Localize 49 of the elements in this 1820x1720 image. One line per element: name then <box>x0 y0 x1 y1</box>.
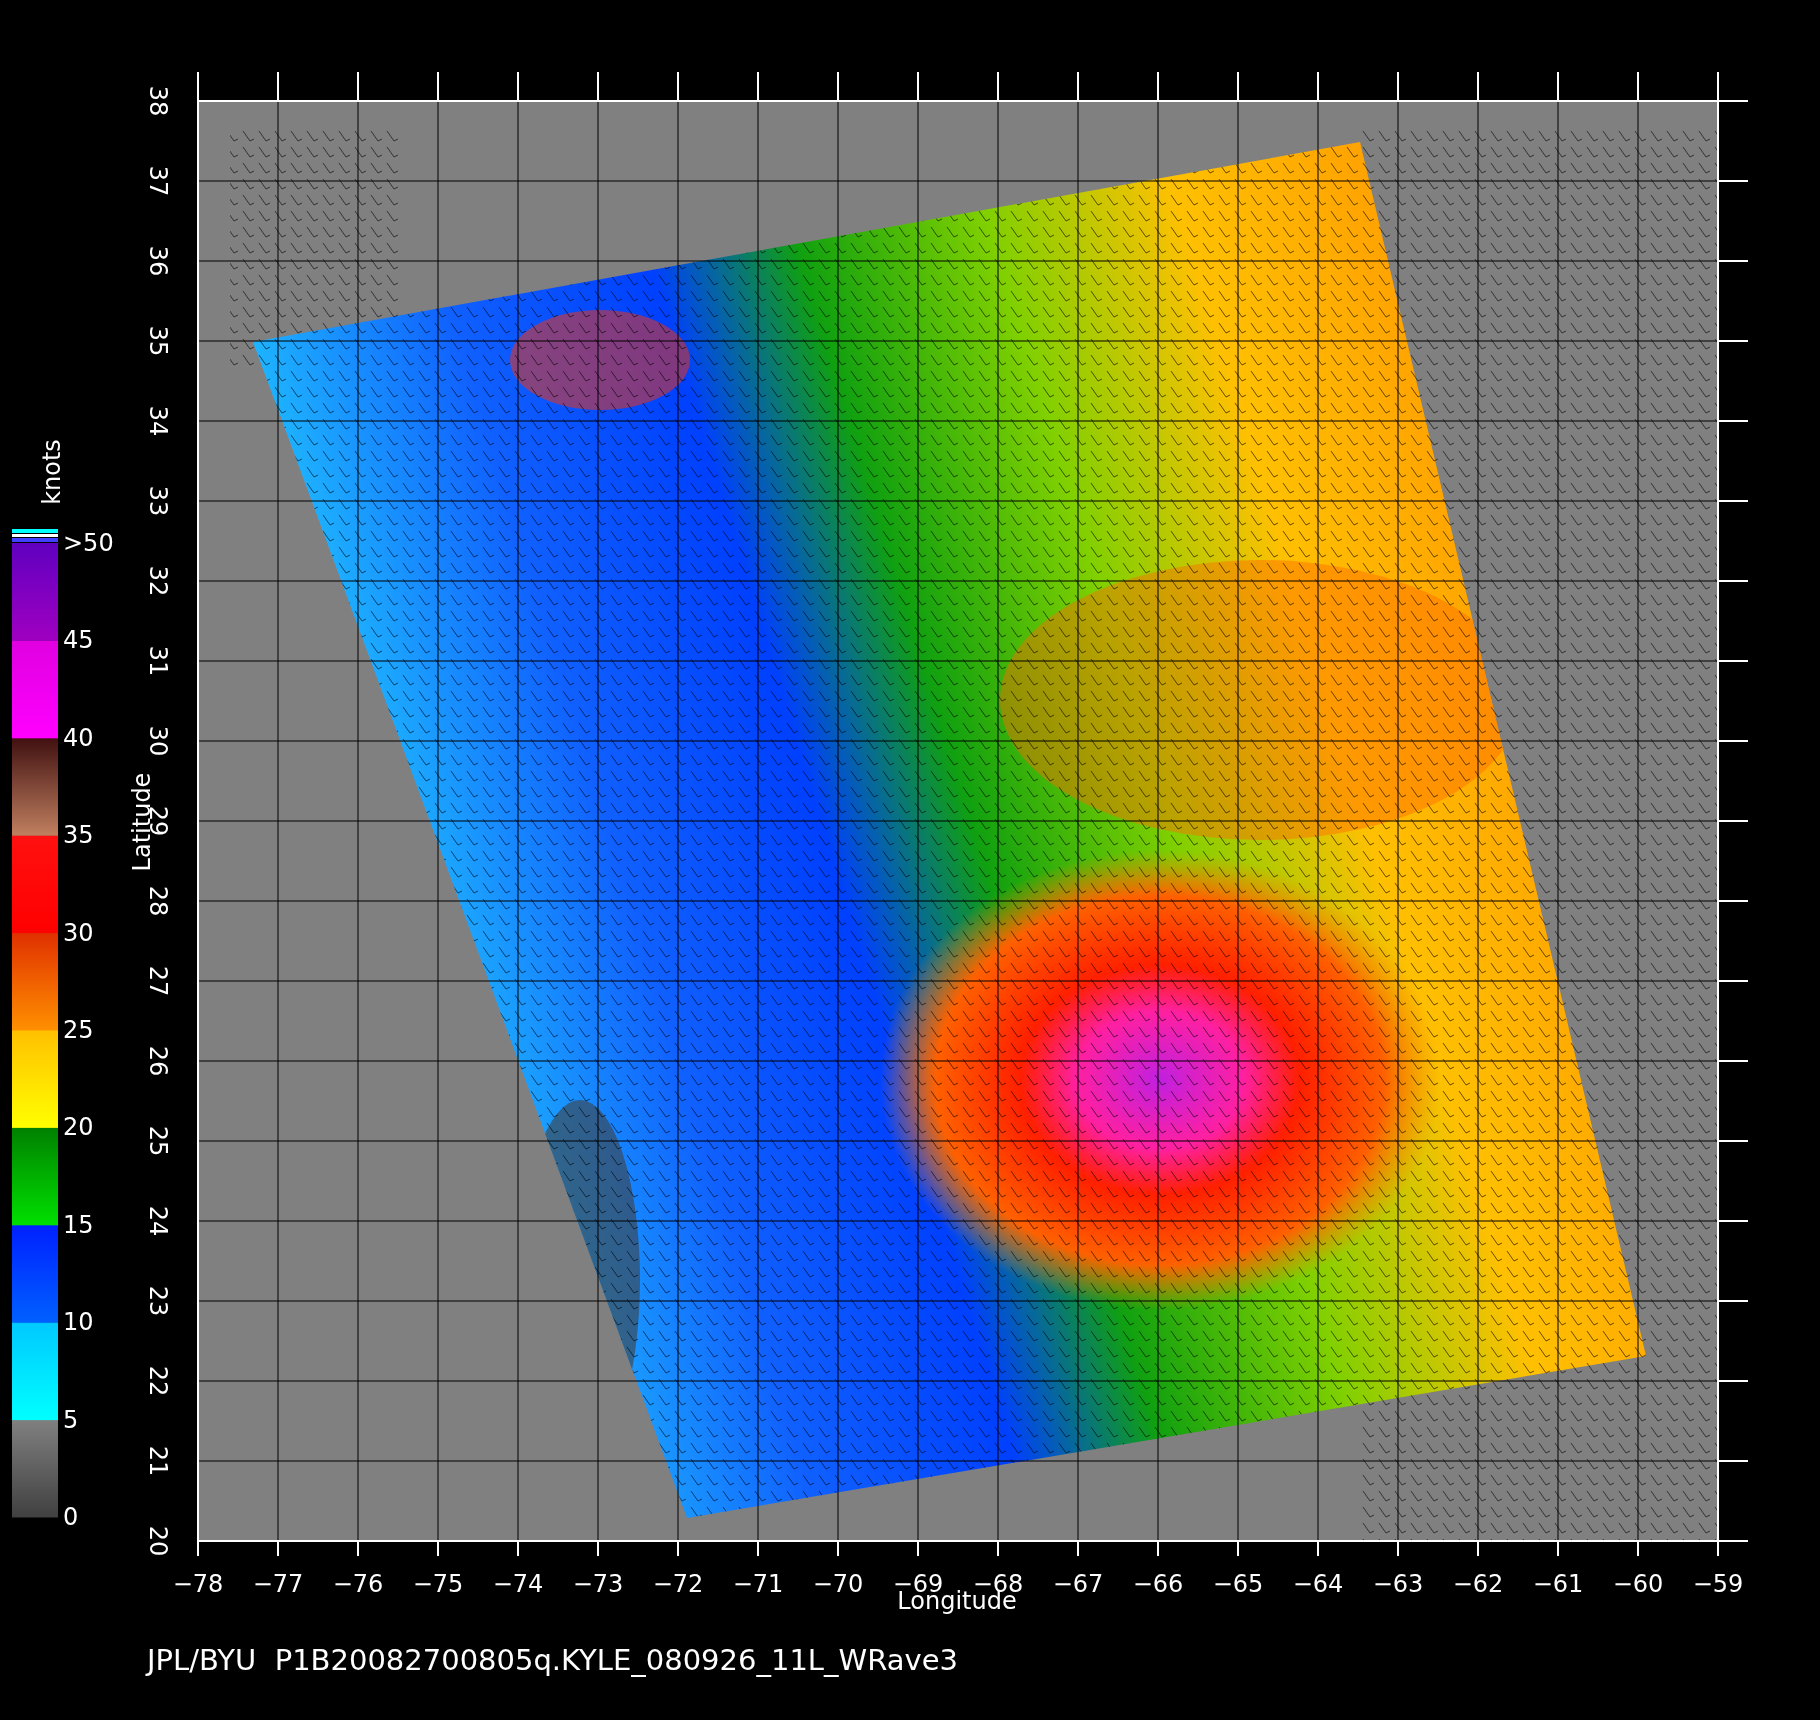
tick-label: 30 <box>144 725 172 757</box>
tick-label: −74 <box>492 1570 544 1598</box>
scale-label: 0 <box>63 1503 79 1531</box>
tick-label: −71 <box>732 1570 784 1598</box>
tick-label: 37 <box>144 165 172 197</box>
tick-label: −65 <box>1212 1570 1264 1598</box>
tick-label: −59 <box>1692 1570 1744 1598</box>
scale-label: >50 <box>63 529 114 557</box>
tick-label: 36 <box>144 245 172 277</box>
tick-label: 31 <box>144 645 172 677</box>
scale-label: 25 <box>63 1016 94 1044</box>
scale-label: 40 <box>63 723 94 752</box>
scale-label: 35 <box>63 821 94 850</box>
tick-label: −72 <box>652 1570 704 1598</box>
tick-label: −66 <box>1132 1570 1184 1598</box>
tick-label: 23 <box>144 1285 172 1317</box>
tick-label: −77 <box>252 1570 304 1598</box>
tick-label: −70 <box>812 1570 864 1598</box>
tick-label: 35 <box>144 325 172 357</box>
tick-label: −73 <box>572 1570 624 1598</box>
tick-label: 25 <box>144 1125 172 1157</box>
tick-label: −75 <box>412 1570 464 1598</box>
tick-label: 27 <box>144 965 172 997</box>
tick-label: −63 <box>1372 1570 1424 1598</box>
scale-label: 45 <box>63 626 94 655</box>
tick-label: −64 <box>1292 1570 1344 1598</box>
tick-label: −62 <box>1452 1570 1504 1598</box>
tick-label: 24 <box>144 1205 172 1237</box>
tick-label: 34 <box>144 405 172 437</box>
scale-title: knots <box>38 439 66 505</box>
tick-label: −67 <box>1052 1570 1104 1598</box>
tick-label: 20 <box>144 1525 172 1557</box>
scale-label: 10 <box>63 1308 94 1337</box>
scale-label: 20 <box>63 1113 94 1142</box>
scale-label: 30 <box>63 918 94 947</box>
tick-label: 21 <box>144 1445 172 1477</box>
tick-label: −60 <box>1612 1570 1664 1598</box>
tick-label: 32 <box>144 565 172 597</box>
tick-label: 38 <box>144 85 172 117</box>
tick-label: 33 <box>144 485 172 517</box>
tick-label: 28 <box>144 885 172 917</box>
caption: JPL/BYU P1B20082700805q.KYLE_080926_11L_WRave3 <box>147 1643 958 1677</box>
scale-label: 5 <box>63 1405 79 1434</box>
tick-label: −61 <box>1532 1570 1584 1598</box>
tick-label: 26 <box>144 1045 172 1077</box>
tick-label: −78 <box>172 1570 224 1598</box>
scale-label: 15 <box>63 1210 94 1239</box>
tick-label: 22 <box>144 1365 172 1397</box>
tick-label: −76 <box>332 1570 384 1598</box>
